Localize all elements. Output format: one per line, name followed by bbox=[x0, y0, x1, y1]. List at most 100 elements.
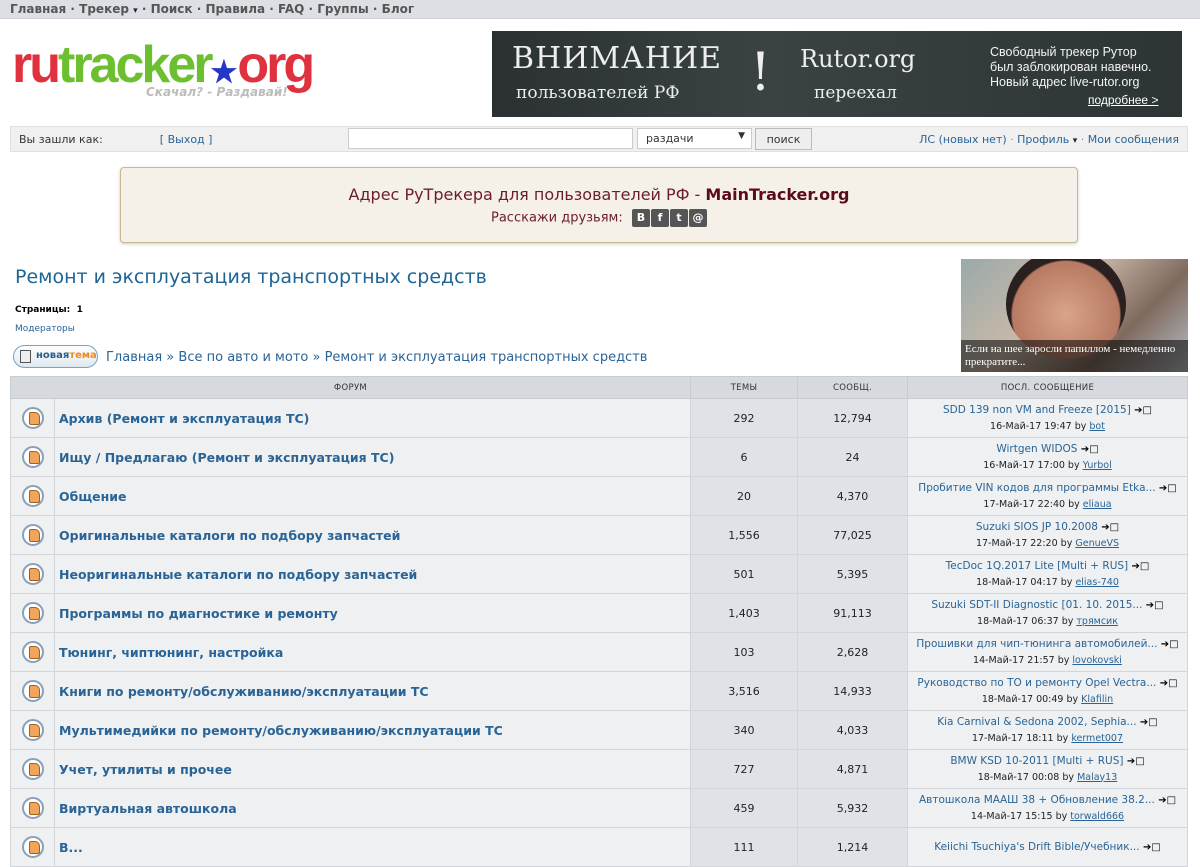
go-to-post-icon[interactable]: ➔□ bbox=[1158, 795, 1176, 806]
ad-image[interactable]: Если на шее заросли папиллом - немедленн… bbox=[961, 259, 1188, 372]
last-post-user[interactable]: GenueVS bbox=[1075, 538, 1119, 549]
go-to-post-icon[interactable]: ➔□ bbox=[1140, 717, 1158, 728]
forum-table: ФОРУМ ТЕМЫ СООБЩ. ПОСЛ. СООБЩЕНИЕ Архив … bbox=[10, 376, 1188, 867]
go-to-post-icon[interactable]: ➔□ bbox=[1159, 483, 1177, 494]
banner-exclaim: ! bbox=[750, 43, 771, 103]
moderators-link[interactable]: Модераторы bbox=[15, 324, 75, 334]
last-post-link[interactable]: TecDoc 1Q.2017 Lite [Multi + RUS] bbox=[946, 560, 1128, 572]
email-icon[interactable]: @ bbox=[689, 209, 707, 227]
last-post-link[interactable]: Автошкола МААШ 38 + Обновление 38.2... bbox=[919, 794, 1155, 806]
forum-name-cell: В... bbox=[54, 827, 691, 867]
last-post-user[interactable]: Malay13 bbox=[1077, 772, 1117, 783]
table-row: Архив (Ремонт и эксплуатация ТС) 292 12,… bbox=[10, 398, 1188, 438]
topics-count: 20 bbox=[690, 476, 798, 516]
forum-name-cell: Тюнинг, чиптюнинг, настройка bbox=[54, 632, 691, 672]
nav-groups[interactable]: Группы bbox=[317, 2, 369, 16]
last-post-user[interactable]: bot bbox=[1089, 421, 1105, 432]
last-post-link[interactable]: Kia Carnival & Sedona 2002, Sephia... bbox=[937, 716, 1136, 728]
facebook-icon[interactable]: f bbox=[651, 209, 669, 227]
profile-link[interactable]: Профиль bbox=[1017, 133, 1069, 146]
go-to-post-icon[interactable]: ➔□ bbox=[1132, 561, 1150, 572]
pm-link[interactable]: ЛС (новых нет) bbox=[919, 133, 1007, 146]
nav-home[interactable]: Главная bbox=[10, 2, 66, 16]
forum-link[interactable]: Тюнинг, чиптюнинг, настройка bbox=[59, 645, 283, 660]
go-to-post-icon[interactable]: ➔□ bbox=[1160, 678, 1178, 689]
last-post-link[interactable]: BMW KSD 10-2011 [Multi + RUS] bbox=[950, 755, 1123, 767]
last-post-link[interactable]: Suzuki SIOS JP 10.2008 bbox=[976, 521, 1098, 533]
forum-icon-cell bbox=[10, 632, 55, 672]
last-post-time: 18-Май-17 00:49 bbox=[981, 693, 1064, 705]
last-post-link[interactable]: Прошивки для чип-тюнинга автомобилей... bbox=[916, 638, 1157, 650]
go-to-post-icon[interactable]: ➔□ bbox=[1146, 600, 1164, 611]
last-post-link[interactable]: Руководство по ТО и ремонту Opel Vectra.… bbox=[917, 677, 1156, 689]
forum-icon-cell bbox=[10, 671, 55, 711]
notice-link[interactable]: MainTracker.org bbox=[705, 185, 849, 204]
new-topic-button[interactable]: новаятема bbox=[13, 345, 98, 368]
search-button[interactable]: поиск bbox=[755, 128, 812, 150]
forum-link[interactable]: Оригинальные каталоги по подбору запчаст… bbox=[59, 528, 400, 543]
search-input[interactable] bbox=[348, 128, 633, 149]
notice-text: Адрес РуТрекера для пользователей РФ - bbox=[348, 185, 701, 204]
forum-name-cell: Учет, утилиты и прочее bbox=[54, 749, 691, 789]
breadcrumb-home[interactable]: Главная bbox=[106, 350, 162, 365]
last-post-user[interactable]: lovokovski bbox=[1072, 655, 1122, 666]
go-to-post-icon[interactable]: ➔□ bbox=[1134, 405, 1152, 416]
last-post-user[interactable]: трямсик bbox=[1076, 616, 1118, 627]
forum-link[interactable]: Мультимедийки по ремонту/обслуживанию/эк… bbox=[59, 723, 503, 738]
forum-link[interactable]: В... bbox=[59, 840, 83, 855]
rutor-banner[interactable]: ВНИМАНИЕ пользователей РФ ! Rutor.org пе… bbox=[492, 31, 1182, 117]
posts-count: 24 bbox=[797, 437, 908, 477]
nav-search[interactable]: Поиск bbox=[151, 2, 193, 16]
last-post-user[interactable]: torwald666 bbox=[1070, 811, 1124, 822]
last-post-user[interactable]: kermet007 bbox=[1071, 733, 1123, 744]
breadcrumb-current[interactable]: Ремонт и эксплуатация транспортных средс… bbox=[325, 350, 648, 365]
forum-link[interactable]: Книги по ремонту/обслуживанию/эксплуатац… bbox=[59, 684, 429, 699]
table-row: Учет, утилиты и прочее 727 4,871 BMW KSD… bbox=[10, 749, 1188, 789]
forum-icon-cell bbox=[10, 749, 55, 789]
nav-faq[interactable]: FAQ bbox=[278, 2, 304, 16]
forum-icon bbox=[21, 485, 44, 507]
last-post-user[interactable]: Yurbol bbox=[1083, 460, 1112, 471]
my-messages-link[interactable]: Мои сообщения bbox=[1088, 133, 1179, 146]
last-post-link[interactable]: Пробитие VIN кодов для программы Etka... bbox=[918, 482, 1155, 494]
twitter-icon[interactable]: t bbox=[670, 209, 688, 227]
last-post-user[interactable]: elias-740 bbox=[1075, 577, 1118, 588]
page-title[interactable]: Ремонт и эксплуатация транспортных средс… bbox=[15, 266, 487, 288]
last-post-cell: Keiichi Tsuchiya's Drift Bible/Учебник..… bbox=[907, 827, 1188, 867]
last-post-link[interactable]: Suzuki SDT-II Diagnostic [01. 10. 2015..… bbox=[931, 599, 1142, 611]
last-post-link[interactable]: Keiichi Tsuchiya's Drift Bible/Учебник..… bbox=[934, 841, 1139, 853]
page-number: 1 bbox=[76, 305, 83, 315]
posts-count: 5,395 bbox=[797, 554, 908, 594]
search-scope-select[interactable]: раздачи ▼ bbox=[637, 128, 752, 149]
nav-tracker[interactable]: Трекер ▾ bbox=[79, 2, 138, 16]
go-to-post-icon[interactable]: ➔□ bbox=[1161, 639, 1179, 650]
forum-link[interactable]: Виртуальная автошкола bbox=[59, 801, 237, 816]
forum-link[interactable]: Архив (Ремонт и эксплуатация ТС) bbox=[59, 411, 309, 426]
forum-link[interactable]: Ищу / Предлагаю (Ремонт и эксплуатация Т… bbox=[59, 450, 394, 465]
vk-icon[interactable]: B bbox=[632, 209, 650, 227]
forum-link[interactable]: Учет, утилиты и прочее bbox=[59, 762, 232, 777]
forum-name-cell: Программы по диагностике и ремонту bbox=[54, 593, 691, 633]
nav-rules[interactable]: Правила bbox=[205, 2, 265, 16]
posts-count: 5,932 bbox=[797, 788, 908, 828]
forum-name-cell: Архив (Ремонт и эксплуатация ТС) bbox=[54, 398, 691, 438]
go-to-post-icon[interactable]: ➔□ bbox=[1127, 756, 1145, 767]
last-post-link[interactable]: SDD 139 non VM and Freeze [2015] bbox=[943, 404, 1131, 416]
go-to-post-icon[interactable]: ➔□ bbox=[1101, 522, 1119, 533]
forum-link[interactable]: Общение bbox=[59, 489, 127, 504]
forum-link[interactable]: Неоригинальные каталоги по подбору запча… bbox=[59, 567, 417, 582]
topics-count: 727 bbox=[690, 749, 798, 789]
go-to-post-icon[interactable]: ➔□ bbox=[1143, 842, 1161, 853]
banner-more-link[interactable]: подробнее > bbox=[1088, 93, 1158, 107]
logout-link[interactable]: [ Выход ] bbox=[160, 133, 213, 146]
go-to-post-icon[interactable]: ➔□ bbox=[1081, 444, 1099, 455]
breadcrumb-auto[interactable]: Все по авто и мото bbox=[178, 350, 308, 365]
last-post-user[interactable]: Klafilin bbox=[1081, 694, 1113, 705]
forum-link[interactable]: Программы по диагностике и ремонту bbox=[59, 606, 338, 621]
last-post-link[interactable]: Wirtgen WIDOS bbox=[996, 443, 1077, 455]
last-post-cell: Suzuki SDT-II Diagnostic [01. 10. 2015..… bbox=[907, 593, 1188, 633]
forum-icon-cell bbox=[10, 437, 55, 477]
nav-blog[interactable]: Блог bbox=[382, 2, 414, 16]
forum-icon-cell bbox=[10, 515, 55, 555]
last-post-user[interactable]: eliaua bbox=[1083, 499, 1112, 510]
